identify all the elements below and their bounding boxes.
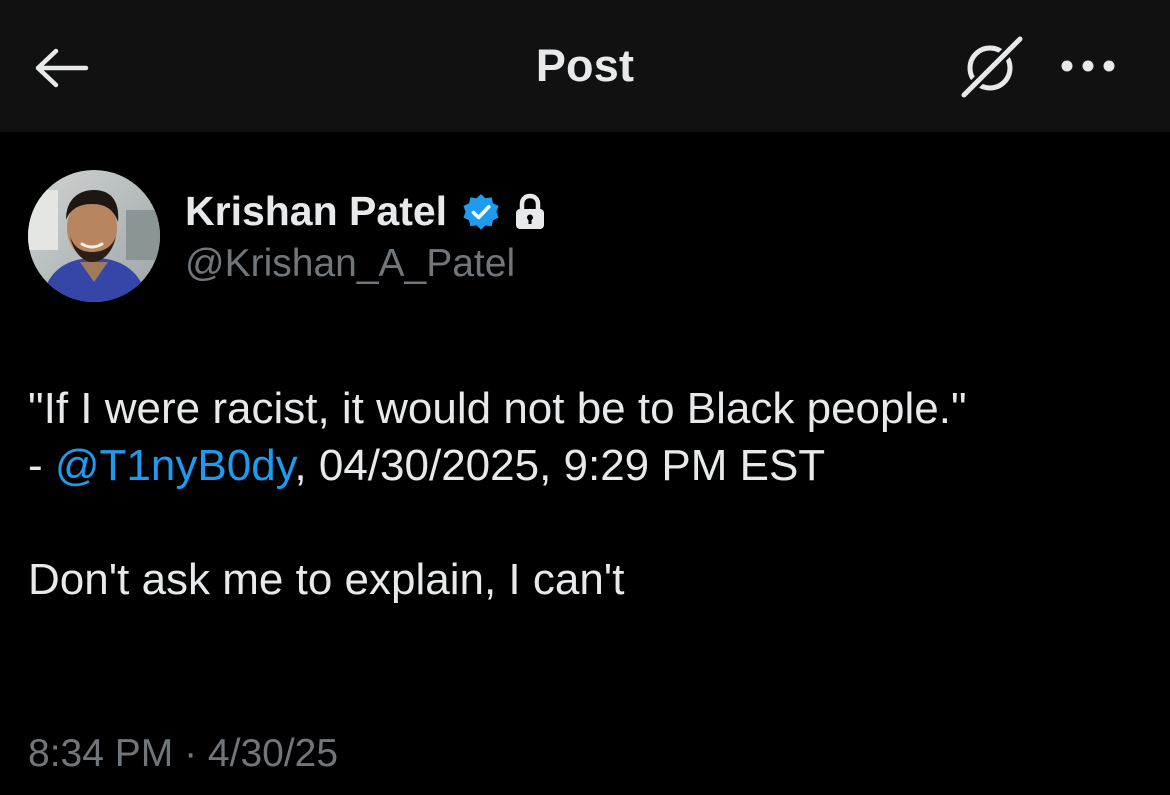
post-timestamp[interactable]: 8:34 PM · 4/30/25 (28, 732, 338, 776)
grok-icon (958, 33, 1026, 99)
timestamp-separator: · (173, 732, 208, 775)
post-author: Krishan Patel @Krishan_A_Patel (28, 170, 1128, 310)
attribution-prefix: - (28, 441, 55, 490)
post-date: 4/30/25 (207, 732, 339, 775)
tweet-text: "If I were racist, it would not be to Bl… (28, 380, 1138, 608)
verified-badge-icon[interactable] (461, 192, 501, 232)
tweet-line-quote: "If I were racist, it would not be to Bl… (28, 384, 967, 433)
more-dots-icon (1061, 60, 1115, 72)
display-name-row: Krishan Patel (185, 188, 547, 235)
attribution-suffix: , 04/30/2025, 9:29 PM EST (294, 441, 826, 490)
post-time: 8:34 PM (28, 732, 174, 775)
tweet-line-attribution: - @T1nyB0dy, 04/30/2025, 9:29 PM EST (28, 437, 1138, 494)
mention-link[interactable]: @T1nyB0dy (55, 441, 295, 490)
more-options-button[interactable] (1052, 44, 1124, 88)
tweet-line-comment: Don't ask me to explain, I can't (28, 555, 625, 604)
top-bar: Post (0, 0, 1170, 132)
avatar[interactable] (28, 170, 160, 302)
display-name[interactable]: Krishan Patel (185, 188, 447, 235)
lock-icon (513, 193, 547, 231)
user-handle[interactable]: @Krishan_A_Patel (185, 242, 515, 286)
post-screen: Post Krishan Patel @Krishan_A_Patel "If … (0, 0, 1170, 795)
grok-button[interactable] (952, 30, 1032, 102)
